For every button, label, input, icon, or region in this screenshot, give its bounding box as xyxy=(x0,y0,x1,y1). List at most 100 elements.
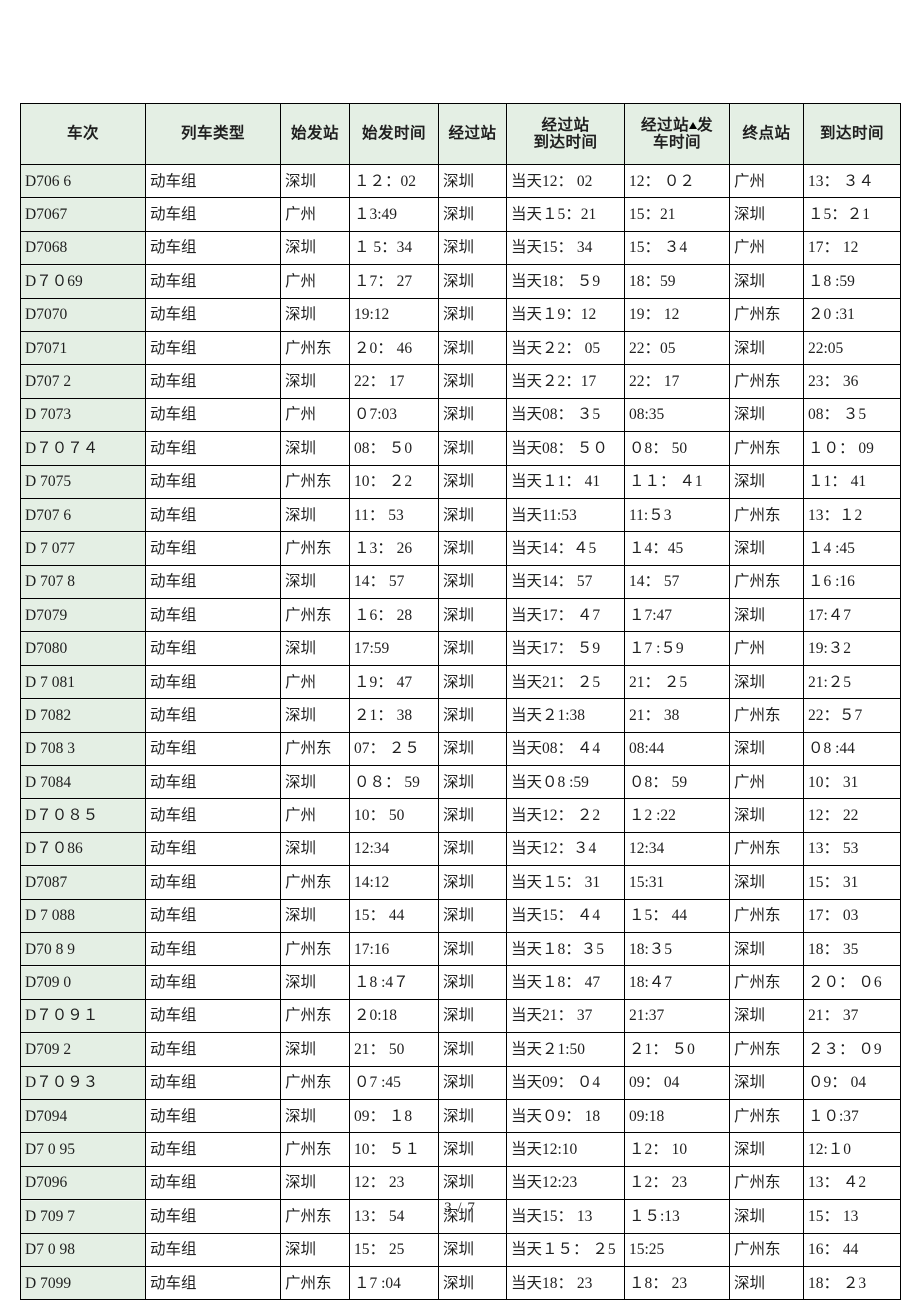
cell-via-station: 深圳 xyxy=(438,163,507,199)
cell-origin-station: 广州东 xyxy=(280,731,350,767)
cell-via-arrival-time: 当天21： ２5 xyxy=(506,664,625,700)
cell-departure-time: 17:59 xyxy=(349,631,439,666)
cell-train-type: 动车组 xyxy=(145,1032,281,1067)
cell-via-departure-time: １2 :22 xyxy=(624,798,730,833)
table-row: D7070 动车组 深圳 19:12 深圳 当天１9：12 19： 12 广州东 ２0 :31 xyxy=(20,297,901,332)
cell-origin-station: 广州 xyxy=(280,798,350,833)
column-header-departure-time: 始发时间 xyxy=(349,103,439,165)
table-row: D 7075 动车组 广州东 10： ２2 深圳 当天１1： 41 １１： ４1 深圳 １1： … xyxy=(20,464,901,499)
table-row: D709 2 动车组 深圳 21： 50 深圳 当天２1:50 ２1： ５0 广州东 ２３： ０… xyxy=(20,1032,901,1067)
header-label: 终点站 xyxy=(742,125,791,143)
cell-origin-station: 广州东 xyxy=(280,865,350,900)
cell-via-arrival-time: 当天08： ３5 xyxy=(506,397,625,433)
cell-arrival-time: 17:４7 xyxy=(803,598,901,633)
cell-via-arrival-time: 当天18： ５9 xyxy=(506,264,625,299)
cell-terminal-station: 深圳 xyxy=(729,464,804,499)
cell-arrival-time: ２0 :31 xyxy=(803,297,901,332)
cell-arrival-time: 16： 44 xyxy=(803,1232,901,1267)
cell-arrival-time: １8 :59 xyxy=(803,264,901,299)
cell-via-departure-time: １5： 44 xyxy=(624,898,730,933)
cell-via-arrival-time: 当天14：４5 xyxy=(506,531,625,566)
cell-train-type: 动车组 xyxy=(145,898,281,933)
cell-departure-time: 10： ５１ xyxy=(349,1132,439,1167)
cell-train-type: 动车组 xyxy=(145,431,281,466)
cell-terminal-station: 深圳 xyxy=(729,865,804,900)
header-row: 车次 列车类型 始发站 始发时间 经过站 经过站 到达时间 经过站 发 车时间 … xyxy=(20,103,901,165)
cell-arrival-time: １０:37 xyxy=(803,1098,901,1134)
cell-via-arrival-time: 当天２2： 05 xyxy=(506,330,625,366)
cell-train-type: 动车组 xyxy=(145,865,281,900)
cell-train-no: D7 0 98 xyxy=(20,1232,146,1267)
cell-via-departure-time: 19： 12 xyxy=(624,297,730,332)
cell-via-arrival-time: 当天１5： 31 xyxy=(506,865,625,900)
cell-terminal-station: 深圳 xyxy=(729,531,804,566)
cell-origin-station: 深圳 xyxy=(280,831,350,867)
cell-departure-time: １7： 27 xyxy=(349,264,439,299)
cell-departure-time: 12： 23 xyxy=(349,1165,439,1201)
cell-origin-station: 广州 xyxy=(280,197,350,232)
cell-via-departure-time: 22： 17 xyxy=(624,364,730,399)
cell-via-station: 深圳 xyxy=(438,431,507,466)
table-body: D706 6 动车组 深圳 １２：02 深圳 当天12： 02 12： ０２ 广州 13： ３４… xyxy=(20,163,901,1301)
cell-train-type: 动车组 xyxy=(145,397,281,433)
table-row: D7079 动车组 广州东 １6： 28 深圳 当天17： ４7 １7:47 深圳 17:４7 xyxy=(20,598,901,633)
header-label-line1: 经过站发 xyxy=(629,117,725,134)
cell-arrival-time: 12:１0 xyxy=(803,1132,901,1167)
cell-arrival-time: 18： 35 xyxy=(803,931,901,967)
cell-arrival-time: ０9： 04 xyxy=(803,1065,901,1100)
cell-origin-station: 深圳 xyxy=(280,631,350,666)
cell-train-no: D7068 xyxy=(20,230,146,266)
cell-origin-station: 深圳 xyxy=(280,1232,350,1267)
cell-origin-station: 深圳 xyxy=(280,431,350,466)
cell-departure-time: 11： 53 xyxy=(349,497,439,533)
cell-train-no: D70 8 9 xyxy=(20,931,146,967)
cell-via-arrival-time: 当天15： 34 xyxy=(506,230,625,266)
cell-origin-station: 深圳 xyxy=(280,564,350,600)
cell-via-arrival-time: 当天１５： ２5 xyxy=(506,1232,625,1267)
cell-origin-station: 深圳 xyxy=(280,364,350,399)
cell-departure-time: １２：02 xyxy=(349,163,439,199)
cell-train-type: 动车组 xyxy=(145,330,281,366)
cell-departure-time: １6： 28 xyxy=(349,598,439,633)
cell-departure-time: ０7:03 xyxy=(349,397,439,433)
cell-origin-station: 深圳 xyxy=(280,898,350,933)
cell-via-station: 深圳 xyxy=(438,1165,507,1201)
cell-via-departure-time: ０8： 59 xyxy=(624,765,730,800)
cell-via-arrival-time: 当天12:23 xyxy=(506,1165,625,1201)
depart-label: 发 xyxy=(697,116,714,134)
cell-train-type: 动车组 xyxy=(145,564,281,600)
cell-via-arrival-time: 当天18： 23 xyxy=(506,1265,625,1301)
cell-via-departure-time: １4：45 xyxy=(624,531,730,566)
page-number-footer: 3 / 7 xyxy=(444,1200,476,1216)
cell-via-station: 深圳 xyxy=(438,397,507,433)
cell-via-arrival-time: 当天１5：21 xyxy=(506,197,625,232)
cell-train-type: 动车组 xyxy=(145,364,281,399)
cell-via-station: 深圳 xyxy=(438,731,507,767)
cell-departure-time: 19:12 xyxy=(349,297,439,332)
cell-via-departure-time: 18：59 xyxy=(624,264,730,299)
cell-train-no: D7094 xyxy=(20,1098,146,1134)
cell-via-arrival-time: 当天12： 02 xyxy=(506,163,625,199)
table-row: D７０８５ 动车组 广州 10： 50 深圳 当天12： ２2 １2 :22 深圳 12： 22 xyxy=(20,798,901,833)
cell-departure-time: 08： ５0 xyxy=(349,431,439,466)
header-label: 经过站 xyxy=(448,125,497,143)
table-row: D7080 动车组 深圳 17:59 深圳 当天17： ５9 １7 :５9 广州 19:３2 xyxy=(20,631,901,666)
cell-train-no: D 708 3 xyxy=(20,731,146,767)
column-header-via-departure-time: 经过站发 车时间 xyxy=(624,103,730,165)
cell-arrival-time: 13：１2 xyxy=(803,497,901,533)
table-row: D 708 3 动车组 广州东 07： ２５ 深圳 当天08： ４4 08:44 深圳 ０8 :… xyxy=(20,731,901,767)
header-label: 始发时间 xyxy=(361,125,426,143)
cell-train-no: D707 6 xyxy=(20,497,146,533)
cell-via-departure-time: 08:44 xyxy=(624,731,730,767)
cell-terminal-station: 广州东 xyxy=(729,831,804,867)
cell-via-departure-time: 12： ０２ xyxy=(624,163,730,199)
cell-terminal-station: 广州东 xyxy=(729,1032,804,1067)
cell-terminal-station: 广州 xyxy=(729,765,804,800)
cell-via-arrival-time: 当天08： ５０ xyxy=(506,431,625,466)
cell-departure-time: ２1： 38 xyxy=(349,698,439,733)
cell-departure-time: １3:49 xyxy=(349,197,439,232)
cell-origin-station: 广州东 xyxy=(280,330,350,366)
cell-train-type: 动车组 xyxy=(145,163,281,199)
cell-train-no: D706 6 xyxy=(20,163,146,199)
cell-origin-station: 深圳 xyxy=(280,1165,350,1201)
